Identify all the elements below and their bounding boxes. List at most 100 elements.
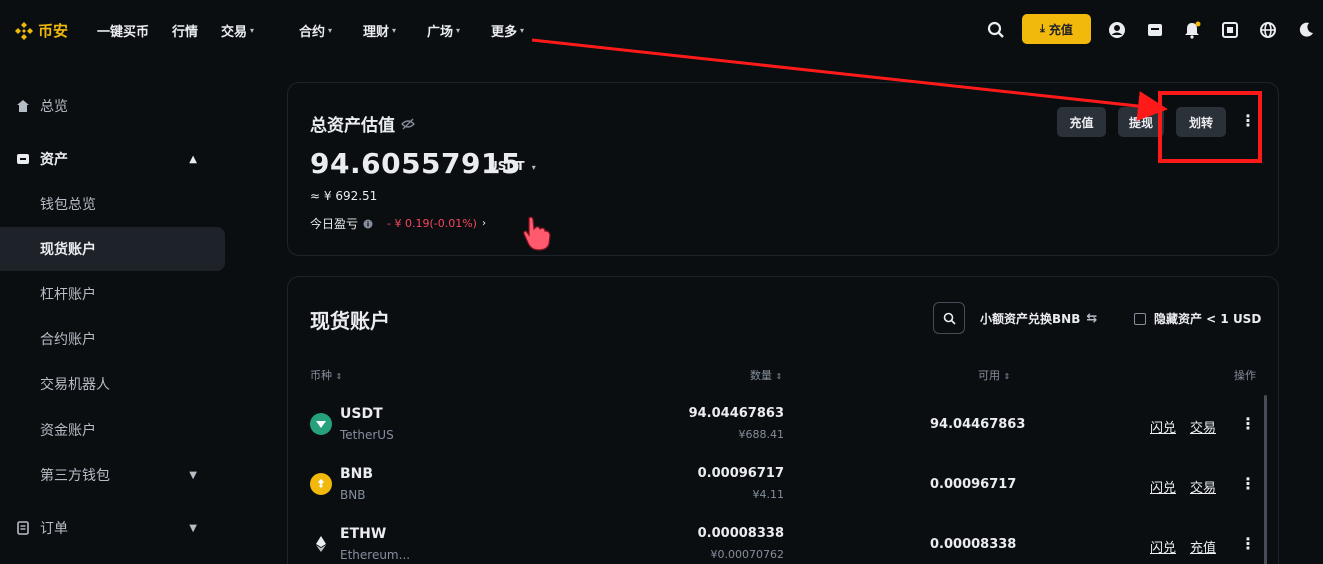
swap-arrows-icon: ⇆ (1086, 311, 1098, 326)
hide-small-assets-checkbox[interactable]: 隐藏资产 < 1 USD (1134, 310, 1261, 327)
header-coin[interactable]: 币种 ⇕ (310, 367, 342, 383)
home-icon (16, 99, 30, 113)
more-options-icon[interactable]: ⋮ (1240, 474, 1256, 493)
convert-link[interactable]: 闪兑 (1150, 417, 1176, 436)
notification-bell-icon[interactable] (1181, 19, 1203, 41)
nav-earn[interactable]: 理财 ▾ (363, 21, 427, 40)
header-quantity[interactable]: 数量 ⇕ (750, 367, 782, 383)
chevron-down-icon: ▾ (328, 26, 333, 35)
sidebar-item-funding-account[interactable]: 资金账户 (0, 408, 225, 452)
coin-symbol: ETHW (340, 526, 387, 542)
more-options-icon[interactable]: ⋮ (1240, 111, 1256, 130)
sidebar-item-spot-account[interactable]: 现货账户 (0, 227, 225, 271)
sidebar-item-third-party-wallet[interactable]: 第三方钱包 ▼ (0, 453, 225, 497)
sidebar-item-label: 资产 (40, 152, 68, 168)
search-icon[interactable] (985, 19, 1007, 41)
sidebar-item-label: 订单 (40, 521, 68, 537)
spot-account-card: 现货账户 小额资产兑换BNB ⇆ 隐藏资产 < 1 USD 币种 ⇕ 数量 ⇕ … (287, 276, 1279, 564)
coin-symbol: BNB (340, 466, 374, 482)
nav-label: 一键买币 (97, 25, 150, 40)
button-label: 划转 (1188, 115, 1213, 130)
chevron-down-icon: ▼ (189, 522, 197, 534)
nav-markets[interactable]: 行情 (172, 21, 221, 40)
more-options-icon[interactable]: ⋮ (1240, 414, 1256, 433)
sidebar-item-margin-account[interactable]: 杠杆账户 (0, 272, 225, 316)
sort-icon: ⇕ (335, 372, 343, 381)
sidebar-item-label: 交易机器人 (40, 377, 110, 393)
transfer-button[interactable]: 划转 (1176, 107, 1226, 137)
asset-search-button[interactable] (933, 302, 965, 334)
coin-name: Ethereum... (340, 548, 411, 562)
withdraw-button[interactable]: 提现 (1118, 107, 1164, 137)
coin-quantity-cny: ¥0.00070762 (710, 548, 784, 561)
sidebar-item-orders[interactable]: 订单 ▼ (0, 506, 225, 550)
chevron-up-icon: ▲ (189, 153, 197, 165)
wallet-icon[interactable] (1144, 19, 1166, 41)
sidebar-item-label: 钱包总览 (40, 197, 96, 213)
checkbox[interactable] (1134, 312, 1146, 325)
nav-square[interactable]: 广场 ▾ (427, 21, 491, 40)
globe-icon[interactable] (1257, 19, 1279, 41)
table-scrollbar[interactable] (1264, 395, 1267, 564)
coin-available: 0.00096717 (930, 477, 1017, 492)
convert-link[interactable]: 闪兑 (1150, 537, 1176, 556)
chevron-down-icon: ▾ (392, 26, 397, 35)
user-profile-icon[interactable] (1106, 19, 1128, 41)
download-app-icon[interactable] (1219, 19, 1241, 41)
binance-logo-icon (15, 21, 33, 40)
pnl-label: 今日盈亏 (310, 217, 359, 231)
header-available[interactable]: 可用 ⇕ (978, 367, 1010, 383)
top-navbar: 币安 一键买币 行情 交易 ▾ 合约 ▾ 理财 ▾ 广场 ▾ 更多 ▾ ⤓ 充值 (0, 0, 1323, 60)
sidebar-item-wallet-overview[interactable]: 钱包总览 (0, 182, 225, 226)
row-action-link[interactable]: 交易 (1190, 417, 1216, 436)
sidebar-item-overview[interactable]: 总览 (0, 84, 225, 128)
deposit-button[interactable]: 充值 (1057, 107, 1106, 137)
sidebar-item-assets[interactable]: 资产 ▲ (0, 137, 225, 181)
sidebar-item-label: 第三方钱包 (40, 468, 110, 484)
unit-label: USDT (488, 159, 525, 173)
sidebar-item-label: 杠杆账户 (40, 287, 96, 303)
row-action-link[interactable]: 交易 (1190, 477, 1216, 496)
coin-available: 0.00008338 (930, 537, 1017, 552)
usdt-coin-icon (310, 413, 332, 435)
bnb-coin-icon (310, 473, 332, 495)
convert-small-assets-button[interactable]: 小额资产兑换BNB ⇆ (980, 310, 1097, 327)
download-icon: ⤓ (1040, 22, 1045, 35)
sort-icon: ⇕ (1003, 372, 1011, 381)
cny-equivalent: ≈ ¥ 692.51 (310, 189, 378, 203)
sidebar-item-label: 资金账户 (40, 423, 96, 439)
binance-logo[interactable]: 币安 (14, 20, 68, 41)
chevron-down-icon: ▾ (531, 163, 536, 172)
nav-futures[interactable]: 合约 ▾ (299, 21, 363, 40)
sidebar-item-label: 现货账户 (40, 242, 96, 258)
chevron-down-icon: ▾ (456, 26, 461, 35)
today-pnl[interactable]: 今日盈亏 - ¥ 0.19(-0.01%) › (310, 215, 486, 232)
nav-buy-crypto[interactable]: 一键买币 (97, 21, 172, 40)
wallet-icon (16, 152, 30, 166)
table-row: BNB BNB 0.00096717 ¥4.11 0.00096717 闪兑 交易 ⋮ (288, 457, 1280, 517)
table-row: USDT TetherUS 94.04467863 ¥688.41 94.0446786… (288, 397, 1280, 457)
coin-symbol: USDT (340, 406, 383, 422)
nav-label: 理财 (363, 25, 390, 40)
header-label: 可用 (978, 369, 1000, 382)
sidebar-item-trading-bots[interactable]: 交易机器人 (0, 362, 225, 406)
nav-more[interactable]: 更多 ▾ (491, 21, 551, 40)
chevron-down-icon: ▾ (250, 26, 255, 35)
button-label: 提现 (1128, 115, 1153, 130)
table-row: ETHW Ethereum... 0.00008338 ¥0.00070762 0.00… (288, 517, 1280, 564)
info-icon[interactable] (363, 219, 373, 229)
coin-quantity: 94.04467863 (688, 406, 784, 421)
more-options-icon[interactable]: ⋮ (1240, 534, 1256, 553)
sidebar-item-futures-account[interactable]: 合约账户 (0, 317, 225, 361)
nav-trade[interactable]: 交易 ▾ (221, 21, 299, 40)
currency-unit-select[interactable]: USDT ▾ (488, 159, 536, 173)
header-deposit-button[interactable]: ⤓ 充值 (1022, 14, 1091, 44)
total-assets-label: 总资产估值 (310, 116, 395, 136)
hide-balance-eye-icon[interactable] (401, 118, 415, 130)
coin-quantity: 0.00096717 (697, 466, 784, 481)
sidebar-item-label: 总览 (40, 99, 68, 115)
convert-link[interactable]: 闪兑 (1150, 477, 1176, 496)
row-action-link[interactable]: 充值 (1190, 537, 1216, 556)
dark-mode-moon-icon[interactable] (1295, 19, 1317, 41)
coin-available: 94.04467863 (930, 417, 1026, 432)
